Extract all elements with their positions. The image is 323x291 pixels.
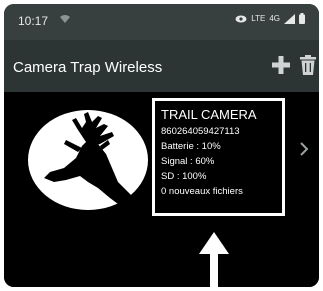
arrow-up-icon [199, 232, 229, 287]
status-icons: LTE 4G [235, 13, 305, 24]
deer-logo-icon [28, 110, 148, 210]
wifi-icon [60, 15, 70, 23]
new-files-count: 0 nouveaux fichiers [161, 186, 243, 197]
signal-icon [284, 13, 295, 24]
signal-status: Signal : 60% [161, 156, 215, 167]
network-type: 4G [269, 13, 280, 23]
app-title: Camera Trap Wireless [13, 59, 163, 76]
camera-id: 860264059427113 [161, 126, 240, 137]
chevron-right-icon[interactable] [299, 142, 309, 156]
camera-info-card[interactable]: TRAIL CAMERA 860264059427113 Batterie : … [152, 98, 285, 216]
phone-screen: 10:17 LTE 4G Camera Trap Wireless TRAIL … [4, 4, 319, 287]
status-time: 10:17 [18, 14, 49, 28]
battery-status: Batterie : 10% [161, 141, 221, 152]
app-bar: Camera Trap Wireless [4, 40, 319, 92]
status-bar: 10:17 LTE 4G [4, 4, 319, 40]
sd-status: SD : 100% [161, 171, 207, 182]
camera-list: TRAIL CAMERA 860264059427113 Batterie : … [4, 92, 319, 287]
eye-icon [235, 15, 247, 22]
camera-name: TRAIL CAMERA [161, 107, 257, 122]
add-icon[interactable] [271, 55, 291, 75]
lte-label: LTE [251, 13, 266, 23]
trash-icon[interactable] [299, 55, 317, 75]
battery-icon [299, 13, 305, 24]
